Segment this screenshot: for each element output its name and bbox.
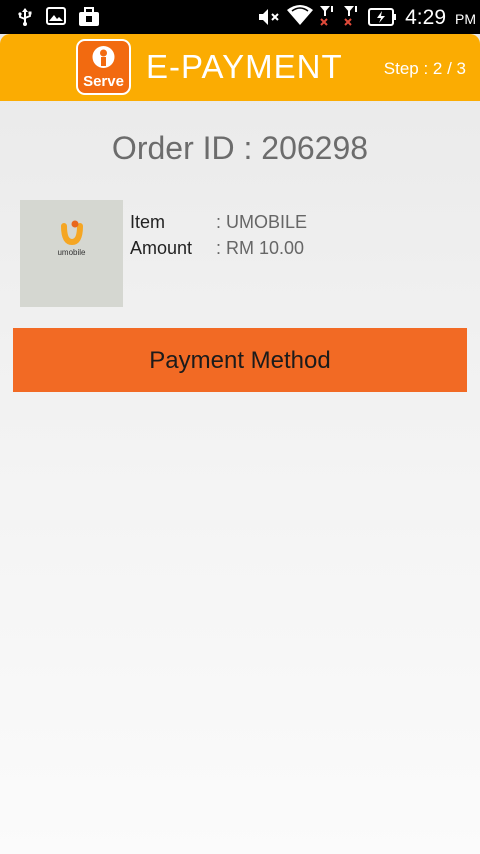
item-label: Item bbox=[130, 212, 166, 232]
umobile-logo-icon bbox=[61, 220, 83, 246]
logo-text: Serve bbox=[83, 73, 124, 90]
clock-ampm: PM bbox=[455, 11, 476, 27]
item-value: : UMOBILE bbox=[216, 212, 308, 232]
battery-icon bbox=[368, 8, 396, 26]
usb-icon bbox=[18, 8, 32, 26]
logo-emblem-icon bbox=[92, 46, 115, 68]
clock-time: 4:29 bbox=[405, 6, 446, 29]
item-thumbnail: umobile bbox=[20, 200, 123, 307]
thumb-label: umobile bbox=[57, 248, 86, 257]
status-bar: 4:29 PM bbox=[0, 0, 480, 34]
signal-icon bbox=[320, 6, 333, 26]
app-logo[interactable]: Serve bbox=[76, 39, 131, 95]
briefcase-icon bbox=[79, 7, 99, 26]
image-icon bbox=[46, 7, 66, 25]
signal-icon bbox=[344, 6, 357, 26]
amount-value: : RM 10.00 bbox=[216, 238, 305, 258]
amount-label: Amount bbox=[130, 238, 193, 258]
step-indicator: Step : 2 / 3 bbox=[383, 59, 466, 78]
mute-icon bbox=[259, 9, 279, 25]
page-title: E-PAYMENT bbox=[146, 48, 343, 85]
payment-method-button[interactable]: Payment Method bbox=[13, 328, 467, 392]
app-header: Serve E-PAYMENT Step : 2 / 3 bbox=[0, 34, 480, 101]
order-id: Order ID : 206298 bbox=[111, 130, 369, 166]
wifi-icon bbox=[287, 5, 313, 25]
